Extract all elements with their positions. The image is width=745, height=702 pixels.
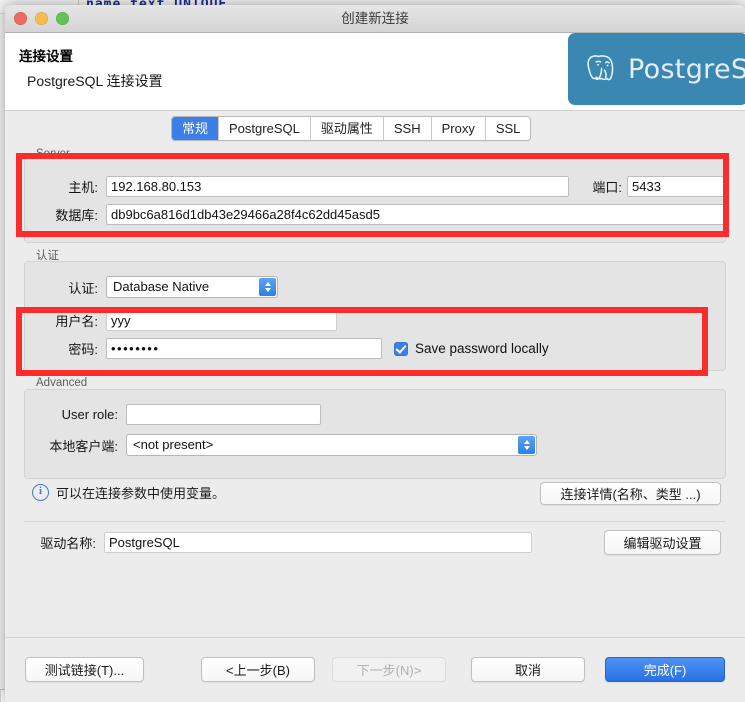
info-circle-icon: i — [32, 484, 49, 501]
save-password-checkbox[interactable]: Save password locally — [394, 341, 549, 356]
auth-method-row: 认证: Database Native — [24, 276, 278, 298]
screen: ▲ name text UNIQUE 创建新连接 连接设置 PostgreSQL… — [0, 0, 745, 702]
connection-details-button[interactable]: 连接详情(名称、类型 ...) — [540, 482, 721, 505]
general-tab-panel: Server 主机: 192.168.80.153 端口: 5433 数据库: … — [10, 146, 740, 631]
username-input[interactable]: yyy — [106, 310, 337, 331]
dialog-header: 连接设置 PostgreSQL 连接设置 PostgreS — [5, 33, 745, 111]
local-client-select[interactable]: <not present> — [126, 434, 537, 456]
username-label: 用户名: — [55, 314, 98, 329]
auth-method-value: Database Native — [113, 279, 210, 294]
create-connection-dialog: 创建新连接 连接设置 PostgreSQL 连接设置 PostgreS 常规 P… — [5, 5, 745, 702]
tab-postgresql[interactable]: PostgreSQL — [219, 117, 311, 140]
variables-hint-text: 可以在连接参数中使用变量。 — [56, 486, 226, 501]
next-button: 下一步(N)> — [332, 657, 446, 682]
password-input[interactable]: •••••••• — [106, 338, 382, 359]
postgresql-banner-text: PostgreSQL — [628, 53, 745, 85]
host-row: 主机: 192.168.80.153 端口: 5433 — [24, 176, 724, 197]
tab-driver-properties[interactable]: 驱动属性 — [310, 117, 384, 140]
page-subtitle: PostgreSQL 连接设置 — [27, 73, 163, 89]
username-row: 用户名: yyy — [24, 310, 337, 331]
local-client-row: 本地客户端: <not present> — [24, 434, 537, 456]
user-role-input[interactable] — [126, 404, 321, 425]
port-label: 端口: — [592, 180, 622, 195]
tab-ssl[interactable]: SSL — [485, 117, 531, 140]
server-group-label: Server — [36, 148, 70, 160]
page-title: 连接设置 — [19, 49, 73, 64]
local-client-label: 本地客户端: — [49, 438, 118, 454]
database-input[interactable]: db9bc6a816d1db43e29466a28f4c62dd45asd5 — [106, 204, 725, 225]
user-role-row: User role: — [24, 404, 321, 425]
tab-proxy[interactable]: Proxy — [431, 117, 486, 140]
host-label: 主机: — [68, 180, 98, 195]
host-input[interactable]: 192.168.80.153 — [106, 176, 569, 197]
user-role-label: User role: — [61, 407, 118, 422]
driver-separator — [24, 521, 726, 522]
tabstrip: 常规 PostgreSQL 驱动属性 SSH Proxy SSL — [5, 111, 745, 147]
dialog-title: 创建新连接 — [341, 11, 409, 26]
select-stepper-icon[interactable] — [259, 278, 276, 296]
local-client-value: <not present> — [133, 437, 214, 452]
postgresql-banner: PostgreSQL — [568, 33, 745, 105]
server-group — [24, 156, 726, 243]
driver-name-label: 驱动名称: — [40, 536, 96, 551]
footer-separator — [5, 637, 745, 638]
database-label: 数据库: — [55, 208, 98, 223]
driver-name-row: 驱动名称: PostgreSQL — [24, 532, 532, 553]
dialog-titlebar: 创建新连接 — [5, 5, 745, 33]
back-button[interactable]: <上一步(B) — [201, 657, 315, 682]
tab-ssh[interactable]: SSH — [383, 117, 432, 140]
save-password-label: Save password locally — [415, 341, 549, 356]
checkbox-checked-icon[interactable] — [394, 341, 408, 356]
password-row: 密码: •••••••• Save password locally — [24, 338, 549, 359]
authentication-group-label: 认证 — [36, 250, 59, 262]
dialog-footer: 测试链接(T)... <上一步(B) 下一步(N)> 取消 完成(F) — [5, 631, 745, 702]
port-input[interactable]: 5433 — [627, 176, 724, 197]
postgresql-elephant-icon — [587, 55, 614, 81]
database-row: 数据库: db9bc6a816d1db43e29466a28f4c62dd45a… — [24, 204, 725, 225]
cancel-button[interactable]: 取消 — [471, 657, 585, 682]
select-stepper-icon[interactable] — [518, 436, 535, 454]
finish-button[interactable]: 完成(F) — [605, 657, 725, 682]
password-label: 密码: — [68, 342, 98, 357]
tab-general[interactable]: 常规 — [172, 117, 220, 140]
driver-name-input[interactable]: PostgreSQL — [104, 532, 532, 553]
edit-driver-settings-button[interactable]: 编辑驱动设置 — [604, 530, 721, 555]
advanced-group-label: Advanced — [36, 377, 88, 389]
test-connection-button[interactable]: 测试链接(T)... — [25, 657, 144, 682]
variables-hint: i 可以在连接参数中使用变量。 — [32, 483, 225, 502]
auth-method-select[interactable]: Database Native — [106, 276, 278, 298]
auth-method-label: 认证: — [68, 280, 98, 296]
tab-list: 常规 PostgreSQL 驱动属性 SSH Proxy SSL — [171, 116, 532, 141]
